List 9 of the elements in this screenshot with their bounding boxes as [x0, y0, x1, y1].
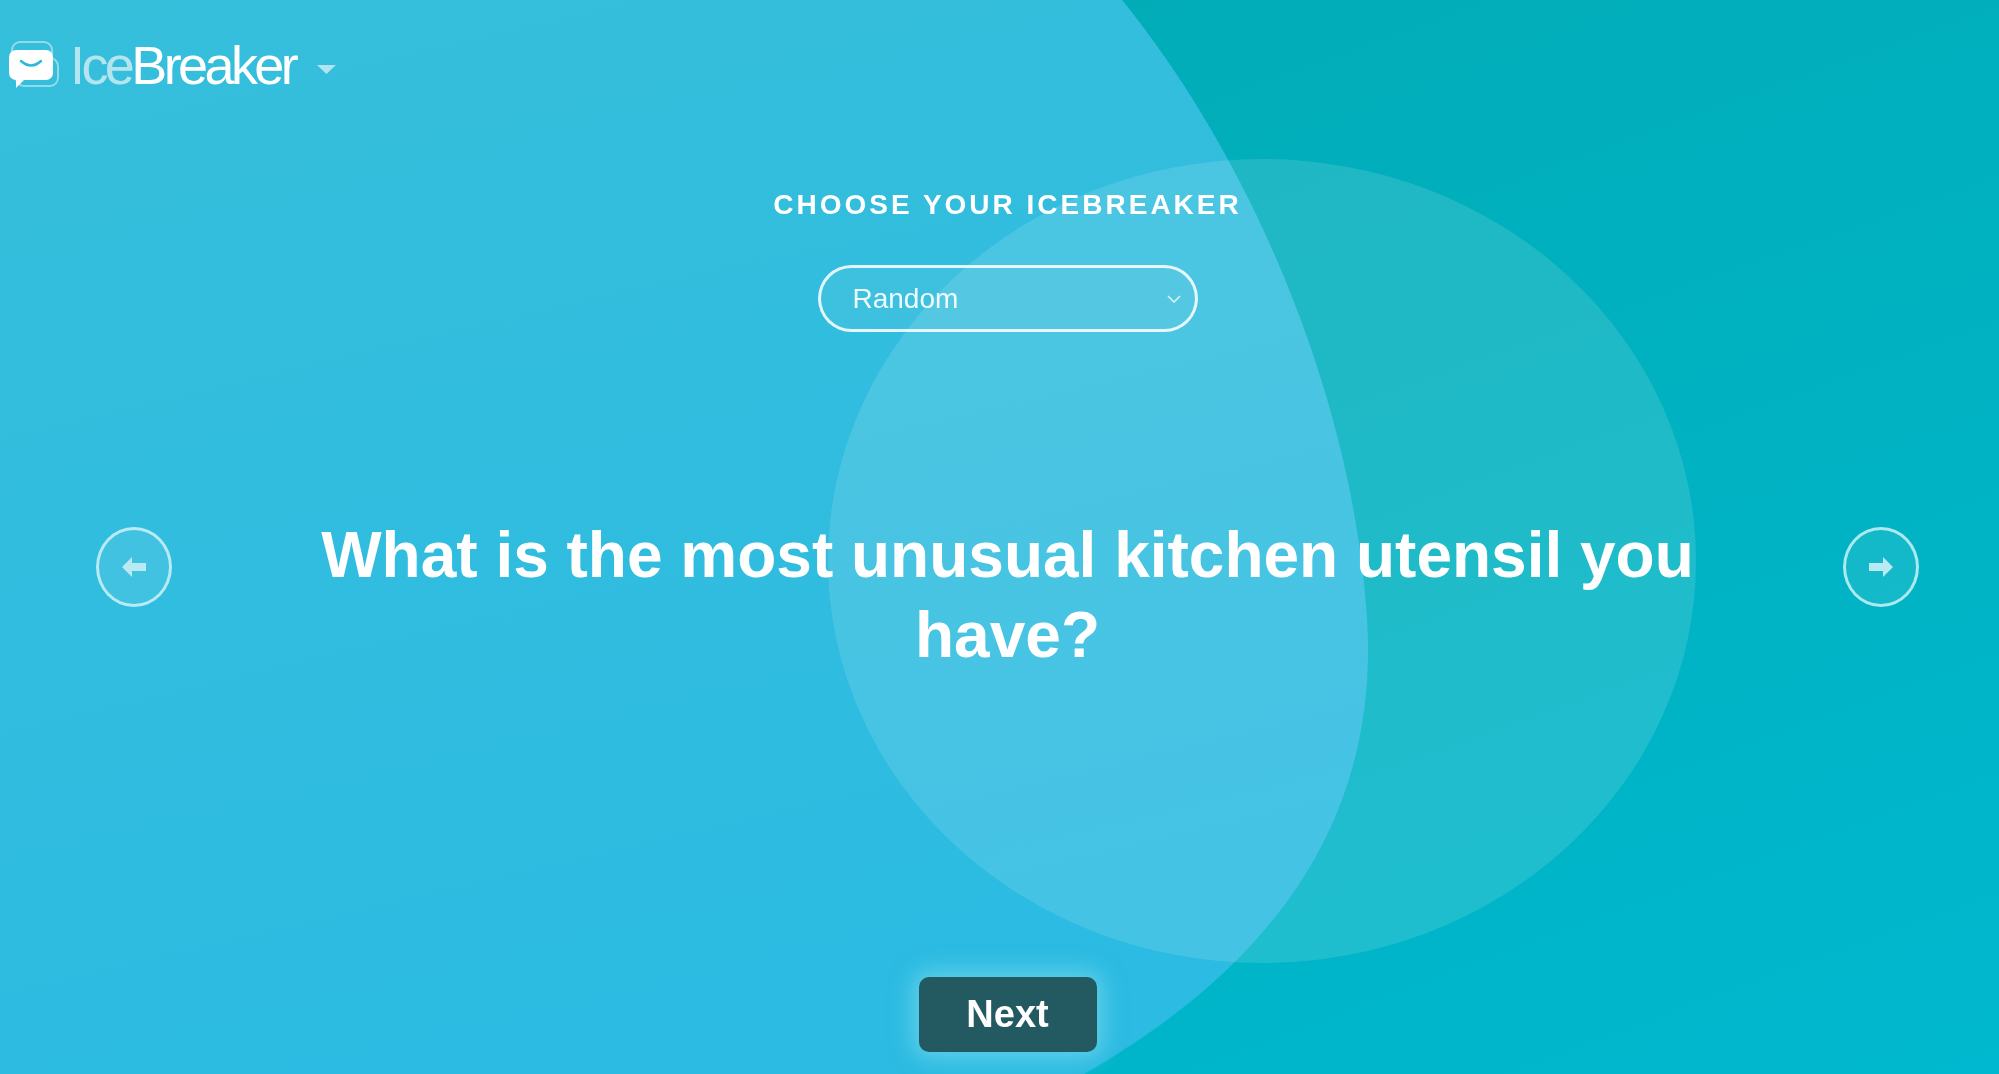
caret-icon[interactable]	[317, 64, 337, 74]
arrow-right-icon	[1869, 557, 1893, 577]
question-text: What is the most unusual kitchen utensil you have?	[320, 518, 1695, 673]
picker-heading: CHOOSE YOUR ICEBREAKER	[773, 189, 1242, 221]
logo-text[interactable]: IceBreaker	[70, 38, 296, 92]
next-button[interactable]: Next	[918, 977, 1097, 1052]
chevron-down-icon	[1166, 294, 1181, 303]
arrow-left-icon	[122, 557, 146, 577]
category-select[interactable]: Random	[817, 265, 1198, 332]
